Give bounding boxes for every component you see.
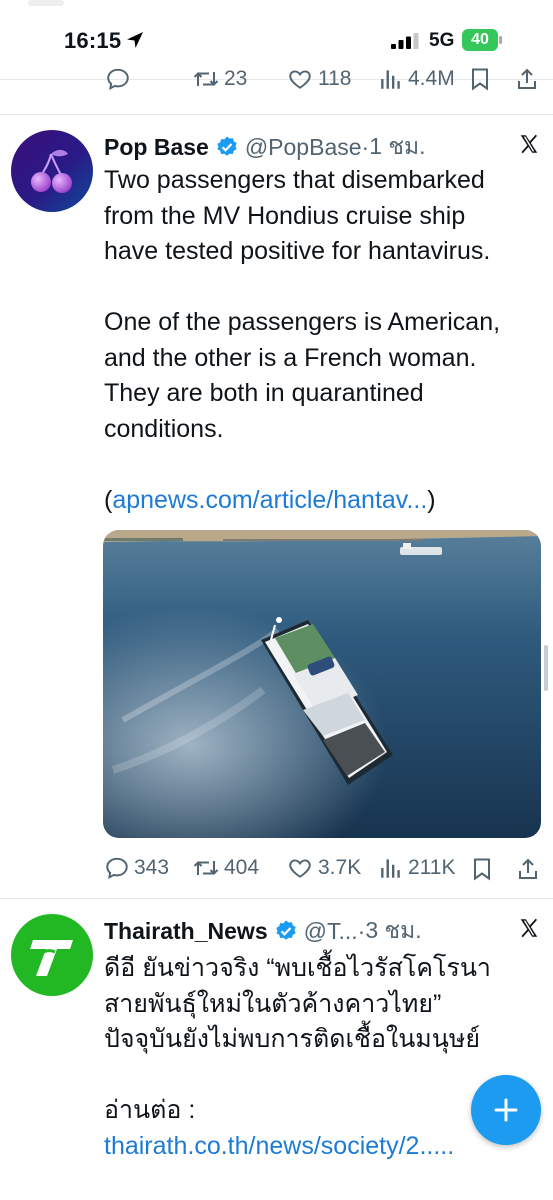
- bookmark-icon[interactable]: [470, 856, 494, 882]
- repost-count: 404: [224, 856, 260, 879]
- network-type: 5G: [429, 30, 455, 51]
- x-logo-icon[interactable]: [518, 917, 540, 939]
- views-icon: [381, 70, 400, 89]
- text-line: and the other is a French woman.: [104, 343, 477, 372]
- battery-level: 40: [471, 31, 489, 48]
- dynamic-island-remnant: [28, 0, 64, 6]
- text-line: สายพันธุ์ใหม่ในตัวค้างคาวไทย”: [104, 989, 442, 1018]
- heart-icon: [289, 70, 311, 89]
- verified-badge-icon: [275, 920, 296, 940]
- author-handle[interactable]: @T...: [304, 918, 358, 945]
- tweet-thairath[interactable]: Thairath_News @T... · 3 ชม. ดีอี ยันข่าว…: [0, 899, 553, 1200]
- reply-icon: [106, 857, 128, 879]
- prev-tweet-actions: 23 118 4.4M: [0, 66, 553, 106]
- repost-button[interactable]: 404: [192, 855, 259, 881]
- author-name[interactable]: Thairath_News: [104, 918, 268, 945]
- x-logo-icon[interactable]: [518, 133, 540, 155]
- time-separator: ·: [357, 917, 366, 944]
- article-link[interactable]: apnews.com/article/hantav...: [112, 486, 427, 514]
- author-handle[interactable]: @PopBase: [245, 134, 362, 161]
- compose-button[interactable]: [471, 1075, 541, 1145]
- tweet-time: 3 ชม.: [365, 917, 422, 943]
- text-line: conditions.: [104, 414, 224, 443]
- verified-badge-icon: [217, 136, 237, 156]
- like-count: 118: [318, 67, 352, 90]
- views-count: 4.4M: [408, 67, 455, 90]
- text-line: ปัจจุบันยังไม่พบการติดเชื้อในมนุษย์: [104, 1025, 480, 1053]
- tweet-popbase[interactable]: Pop Base @PopBase · 1 ชม. Two passengers…: [0, 115, 553, 897]
- repost-button[interactable]: 23: [192, 66, 247, 92]
- repost-icon: [193, 72, 219, 86]
- time-separator: ·: [361, 133, 370, 160]
- repost-count: 23: [224, 67, 248, 90]
- tweet-media-image[interactable]: [103, 530, 541, 838]
- avatar[interactable]: [11, 130, 93, 212]
- plus-icon: [494, 1098, 518, 1122]
- text-line: from the MV Hondius cruise ship: [104, 201, 466, 230]
- location-arrow-icon: [127, 32, 143, 48]
- text-line: They are both in quarantined: [104, 379, 424, 407]
- like-button[interactable]: 118: [286, 66, 351, 92]
- tweet-text: Two passengers that disembarked from the…: [104, 163, 544, 518]
- scroll-indicator[interactable]: [544, 645, 548, 691]
- reply-icon[interactable]: [105, 66, 131, 92]
- heart-icon: [289, 859, 311, 878]
- share-icon[interactable]: [516, 856, 540, 882]
- text-line: Two passengers that disembarked: [104, 166, 485, 194]
- tweet-time: 1 ชม.: [369, 133, 426, 159]
- bookmark-icon[interactable]: [468, 66, 492, 92]
- status-time: 16:15: [64, 28, 122, 53]
- views-button[interactable]: 211K: [378, 855, 456, 881]
- reply-button[interactable]: 343: [104, 855, 169, 881]
- views-count: 211K: [408, 856, 456, 879]
- text-line: ดีอี ยันข่าวจริง “พบเชื้อไวรัสโคโรนา: [104, 954, 491, 982]
- views-icon: [381, 859, 400, 878]
- views-button[interactable]: 4.4M: [378, 66, 455, 92]
- link-line: (apnews.com/article/hantav...): [104, 483, 544, 519]
- like-button[interactable]: 3.7K: [286, 855, 361, 881]
- cellular-signal-icon: [391, 33, 419, 49]
- paren-close: ): [427, 485, 436, 514]
- battery-icon: 40: [462, 29, 502, 51]
- author-name[interactable]: Pop Base: [104, 134, 209, 161]
- avatar[interactable]: [11, 914, 93, 996]
- share-icon[interactable]: [515, 66, 539, 92]
- text-line: One of the passengers is American,: [104, 308, 501, 336]
- repost-icon: [193, 861, 219, 875]
- text-line: have tested positive for hantavirus.: [104, 237, 491, 265]
- reply-count: 343: [134, 856, 170, 879]
- like-count: 3.7K: [318, 856, 362, 879]
- article-link[interactable]: thairath.co.th/news/society/2.....: [104, 1129, 544, 1165]
